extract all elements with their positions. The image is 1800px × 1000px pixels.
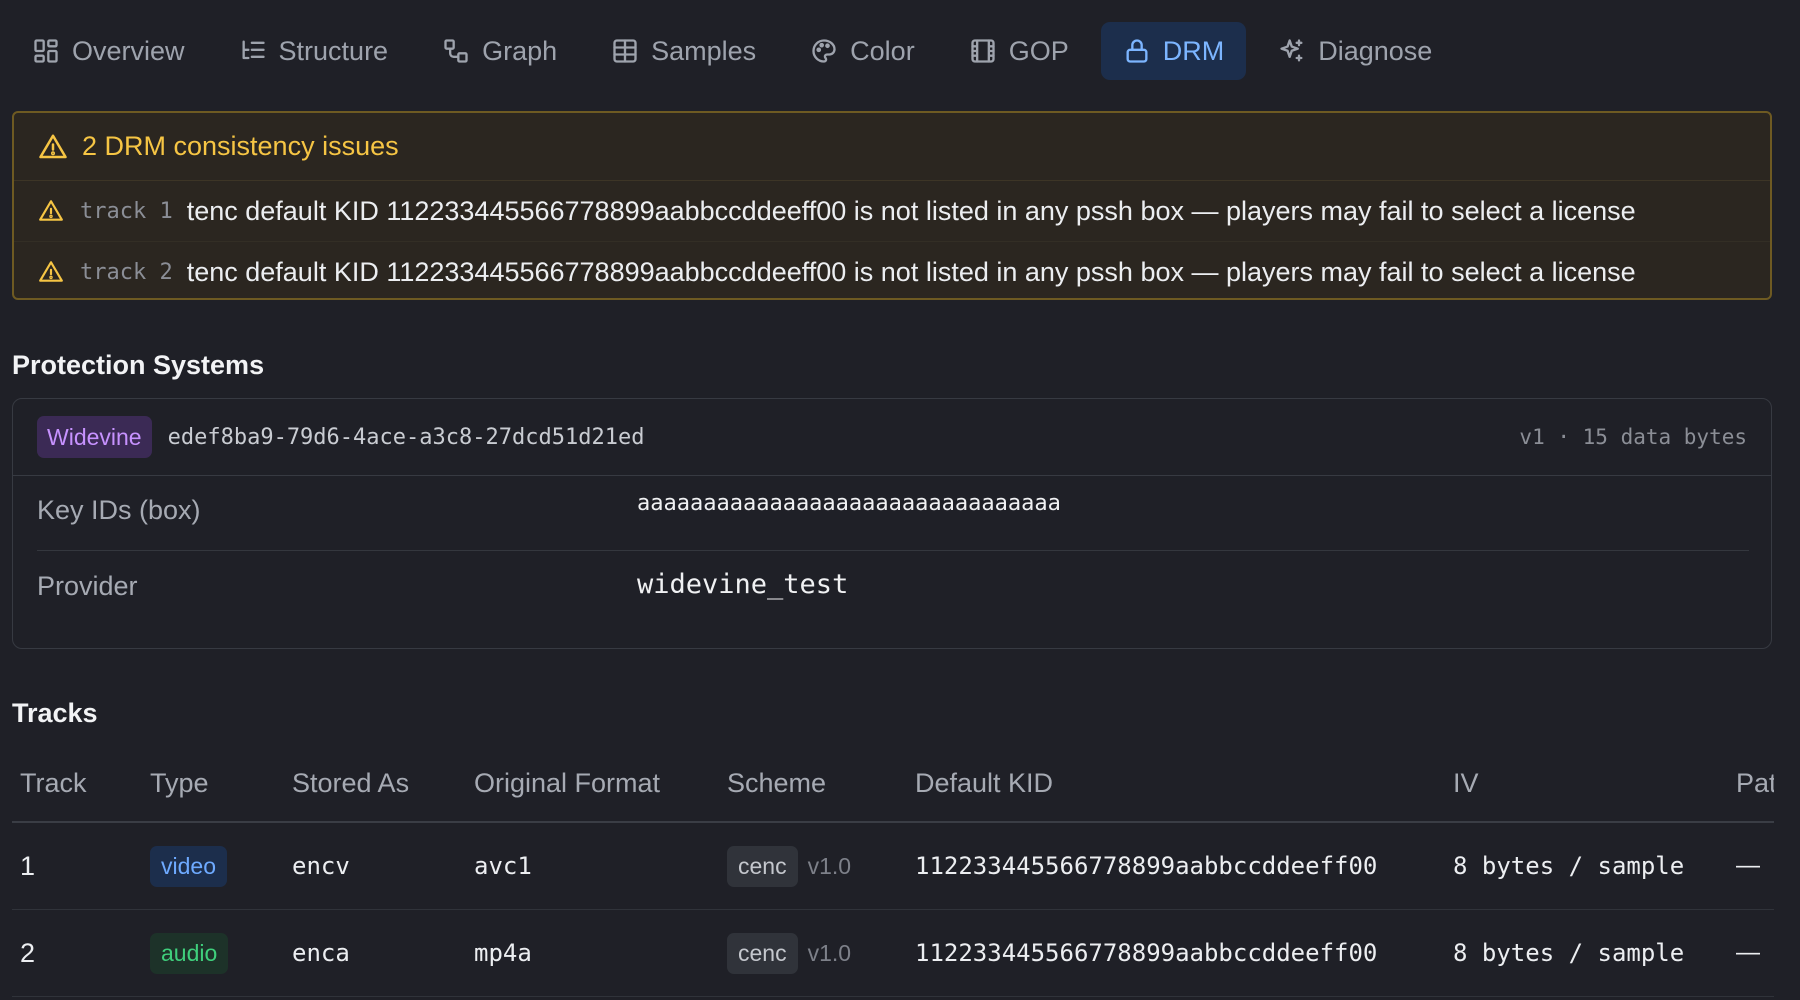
tracks-heading: Tracks (12, 698, 98, 728)
palette-icon (812, 39, 836, 63)
issue-track: track 2 (80, 259, 173, 285)
track-type-badge: audio (150, 932, 229, 974)
tab-drm[interactable]: DRM (1100, 22, 1247, 80)
key-ids-value: aaaaaaaaaaaaaaaaaaaaaaaaaaaaaaaa (637, 491, 1061, 516)
tracks-table: Track Type Stored As Original Format Sch… (12, 745, 1774, 997)
table-row: 1 video encv avc1 cenc v1.0 1122334455667… (12, 822, 1774, 910)
column-header[interactable]: Original Format (466, 745, 719, 823)
drm-issues-panel: 2 DRM consistency issues track 1 tenc de… (12, 111, 1772, 300)
issues-header: 2 DRM consistency issues (14, 113, 1770, 181)
tab-graph[interactable]: Graph (420, 22, 579, 80)
film-icon (971, 39, 995, 63)
scheme-badge: cenc (727, 932, 798, 974)
original-format: avc1 (466, 822, 719, 910)
warning-icon (39, 261, 63, 282)
pssh-meta: v1 · 15 data bytes (1519, 425, 1747, 449)
tab-samples[interactable]: Samples (589, 22, 778, 80)
stored-as: enca (284, 909, 466, 997)
protection-system-header: Widevine edef8ba9-79d6-4ace-a3c8-27dcd51… (13, 399, 1771, 476)
tab-overview[interactable]: Overview (10, 22, 207, 80)
table-header-row: Track Type Stored As Original Format Sch… (12, 745, 1774, 823)
original-format: mp4a (466, 909, 719, 997)
iv-size: 8 bytes / sample (1445, 822, 1728, 910)
protection-system-card: Widevine edef8ba9-79d6-4ace-a3c8-27dcd51… (12, 398, 1772, 649)
iv-size: 8 bytes / sample (1445, 909, 1728, 997)
scheme-badge: cenc (727, 845, 798, 887)
provider-value: widevine_test (637, 569, 849, 600)
scheme-version: v1.0 (807, 939, 852, 966)
tab-label: Graph (482, 35, 558, 66)
tab-bar: Overview Structure Graph Samples Color G… (10, 20, 1464, 82)
tab-label: Structure (278, 35, 389, 66)
tab-color[interactable]: Color (788, 22, 937, 80)
track-type-cell: audio (142, 909, 284, 997)
scheme-cell: cenc v1.0 (719, 909, 907, 997)
scheme-cell: cenc v1.0 (719, 822, 907, 910)
pattern: — (1728, 822, 1774, 910)
default-kid: 112233445566778899aabbccddeeff00 (907, 822, 1445, 910)
tab-gop[interactable]: GOP (947, 22, 1091, 80)
warning-icon (39, 134, 67, 158)
tab-label: Overview (72, 35, 185, 66)
track-type-badge: video (150, 845, 227, 887)
tab-diagnose[interactable]: Diagnose (1256, 22, 1454, 80)
graph-icon (444, 39, 468, 63)
issue-message: tenc default KID 112233445566778899aabbc… (186, 256, 1636, 287)
track-number: 1 (12, 822, 142, 910)
track-number: 2 (12, 909, 142, 997)
list-tree-icon (242, 40, 265, 60)
tab-structure[interactable]: Structure (217, 22, 411, 80)
column-header[interactable]: Stored As (284, 745, 466, 823)
key-ids-label: Key IDs (box) (37, 495, 201, 525)
stored-as: encv (284, 822, 466, 910)
track-type-cell: video (142, 822, 284, 910)
column-header[interactable]: IV (1445, 745, 1728, 823)
tab-label: Color (850, 35, 915, 66)
warning-icon (39, 200, 63, 221)
tab-label: Diagnose (1318, 35, 1433, 66)
tab-label: Samples (651, 35, 757, 66)
provider-label: Provider (37, 571, 138, 601)
column-header[interactable]: Track (12, 745, 142, 823)
issue-message: tenc default KID 112233445566778899aabbc… (186, 195, 1636, 226)
provider-row: Provider widevine_test (37, 551, 1749, 626)
pattern: — (1728, 909, 1774, 997)
tab-label: GOP (1008, 35, 1069, 66)
drm-system-badge: Widevine (37, 416, 152, 458)
column-header[interactable]: Default KID (907, 745, 1445, 823)
tab-label: DRM (1162, 35, 1225, 66)
scheme-version: v1.0 (807, 852, 852, 879)
default-kid: 112233445566778899aabbccddeeff00 (907, 909, 1445, 997)
issues-title: 2 DRM consistency issues (82, 131, 399, 161)
issue-row: track 1 tenc default KID 112233445566778… (14, 181, 1770, 242)
table-row: 2 audio enca mp4a cenc v1.0 1122334455667… (12, 909, 1774, 997)
table-icon (613, 39, 637, 63)
protection-systems-heading: Protection Systems (12, 350, 265, 380)
column-header[interactable]: Pat (1728, 745, 1774, 823)
column-header[interactable]: Scheme (719, 745, 907, 823)
column-header[interactable]: Type (142, 745, 284, 823)
system-id: edef8ba9-79d6-4ace-a3c8-27dcd51d21ed (167, 424, 645, 450)
sparkles-icon (1280, 39, 1303, 62)
key-ids-row: Key IDs (box) aaaaaaaaaaaaaaaaaaaaaaaaaa… (37, 475, 1749, 551)
grid-icon (34, 39, 58, 63)
issue-row: track 2 tenc default KID 112233445566778… (14, 242, 1770, 302)
lock-icon (1126, 39, 1148, 63)
issue-track: track 1 (80, 198, 173, 224)
